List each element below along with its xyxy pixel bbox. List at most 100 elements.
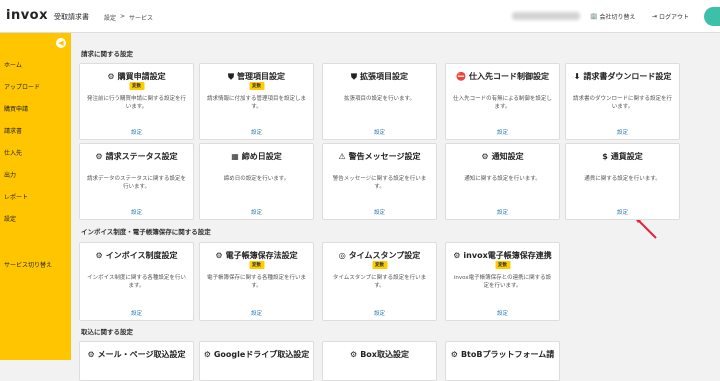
app-logo[interactable]: invox xyxy=(6,8,48,23)
settings-card: ⚙ 電子帳簿保存法設定 変数電子帳簿保存に関する各種設定を行います。設定 xyxy=(199,242,314,321)
card-title-text: 管理項目設定 xyxy=(237,72,285,81)
card-title: ⚙ インボイス制度設定 xyxy=(80,250,193,261)
sidebar-item-report[interactable]: レポート xyxy=(4,192,28,201)
card-icon: ⚙ xyxy=(95,251,103,260)
card-icon: ⚙ xyxy=(95,152,103,161)
company-switch-label: 会社切り替え xyxy=(599,14,636,21)
top-header: invox 受取請求書 設定 > サービス 🏢 会社切り替え ⇥ ログアウト xyxy=(0,0,720,33)
card-title: ⛔ 仕入先コード制御設定 xyxy=(446,71,559,82)
sidebar-item-home[interactable]: ホーム xyxy=(4,60,22,69)
card-icon: ⚙ xyxy=(87,350,95,359)
card-title: ⚙ 購買申請設定 xyxy=(80,71,193,82)
settings-card: $ 通貨設定通貨に関する設定を行います。設定 xyxy=(565,143,680,220)
card-settings-link[interactable]: 設定 xyxy=(566,208,679,216)
section-title-import: 取込に関する設定 xyxy=(81,328,133,336)
card-description: 拡張項目の設定を行います。 xyxy=(344,96,415,102)
card-title-text: インボイス制度設定 xyxy=(105,251,178,260)
sidebar-item-output[interactable]: 出力 xyxy=(4,170,16,179)
card-title-text: Googleドライブ取込設定 xyxy=(213,350,310,359)
card-description: 通知に関する設定を行います。 xyxy=(464,176,541,182)
card-description: 締め日の設定を行います。 xyxy=(223,176,290,182)
card-icon: ⚙ xyxy=(350,350,358,359)
card-description: 請求データのステータスに関する設定を行います。 xyxy=(86,176,186,190)
section-title-billing: 請求に関する設定 xyxy=(81,50,133,58)
building-icon: 🏢 xyxy=(590,13,598,20)
logout-label: ログアウト xyxy=(659,14,690,21)
card-settings-link[interactable]: 設定 xyxy=(200,128,313,136)
sidebar-item-upload[interactable]: アップロード xyxy=(4,82,40,91)
settings-card: ⬇ 請求書ダウンロード設定 請求書のダウンロードに関する設定を行います。 設定 xyxy=(565,63,680,140)
card-description: 通貨に関する設定を行います。 xyxy=(584,176,661,182)
card-title-text: Box取込設定 xyxy=(360,350,409,359)
sidebar-item-service-switch[interactable]: サービス切り替え xyxy=(4,260,52,269)
card-title-text: 仕入先コード制御設定 xyxy=(468,72,549,81)
card-title: ⛊ 管理項目設定 xyxy=(200,71,313,82)
card-title: ⬇ 請求書ダウンロード設定 xyxy=(566,71,679,82)
card-description: 警告メッセージに関する設定を行います。 xyxy=(332,176,427,190)
card-settings-link[interactable]: 設定 xyxy=(80,128,193,136)
card-title-text: BtoBプラットフォーム請 xyxy=(460,350,555,359)
card-title-text: 警告メッセージ設定 xyxy=(348,152,421,161)
logout-link[interactable]: ⇥ ログアウト xyxy=(652,12,689,21)
card-title-text: 締め日設定 xyxy=(241,152,282,161)
card-title: ⚙ BtoBプラットフォーム請 xyxy=(446,349,559,360)
card-settings-link[interactable]: 設定 xyxy=(323,208,436,216)
card-title-text: invox電子帳簿保存連携 xyxy=(463,251,552,260)
settings-card: ⚙ invox電子帳簿保存連携 変数 invox電子帳簿保存との連携に関する設定を行い… xyxy=(445,242,560,321)
card-title-text: 電子帳簿保存法設定 xyxy=(225,251,298,260)
header-action-button[interactable] xyxy=(704,7,720,26)
card-settings-link[interactable]: 設定 xyxy=(446,309,559,317)
card-title: ⚙ 電子帳簿保存法設定 xyxy=(200,250,313,261)
card-title: ◎ タイムスタンプ設定 xyxy=(323,250,436,261)
settings-card: ⚙ Googleドライブ取込設定 xyxy=(199,341,314,381)
card-title: ⛊ 拡張項目設定 xyxy=(323,71,436,82)
sidebar-item-suppliers[interactable]: 仕入先 xyxy=(4,148,22,157)
card-settings-link[interactable]: 設定 xyxy=(323,309,436,317)
card-title-text: 請求書ダウンロード設定 xyxy=(583,72,672,81)
card-description: 請求情報に付加する管理項目を設定します。 xyxy=(206,96,306,110)
settings-card: ⚙ 請求ステータス設定 請求データのステータスに関する設定を行います。 設定 xyxy=(79,143,194,220)
sidebar: ◀ ホーム アップロード 購買申請 請求書 仕入先 出力 レポート 設定 サービ… xyxy=(0,33,71,360)
card-title-text: 請求ステータス設定 xyxy=(105,152,178,161)
company-switch-link[interactable]: 🏢 会社切り替え xyxy=(590,12,636,21)
card-icon: ⬇ xyxy=(573,72,581,81)
settings-card: ⚙ メール・ページ取込設定 xyxy=(79,341,194,381)
card-settings-link[interactable]: 設定 xyxy=(80,208,193,216)
settings-card: ⚙ BtoBプラットフォーム請 xyxy=(445,341,560,381)
settings-card: ⚙ Box取込設定 xyxy=(322,341,437,381)
card-icon: ⛊ xyxy=(228,72,234,81)
breadcrumb-services: サービス xyxy=(129,15,154,22)
card-title-text: タイムスタンプ設定 xyxy=(348,251,421,260)
card-description: 電子帳簿保存に関する各種設定を行います。 xyxy=(206,275,306,289)
card-description: 請求書のダウンロードに関する設定を行います。 xyxy=(572,96,672,110)
card-title-text: 購買申請設定 xyxy=(117,72,166,81)
card-settings-link[interactable]: 設定 xyxy=(446,208,559,216)
settings-card: ⚙ 購買申請設定 変数 発注前に行う購買申請に関する設定を行います。 設定 xyxy=(79,63,194,140)
card-settings-link[interactable]: 設定 xyxy=(200,208,313,216)
sidebar-item-settings[interactable]: 設定 xyxy=(4,214,16,223)
card-settings-link[interactable]: 設定 xyxy=(200,309,313,317)
sidebar-item-purchase-request[interactable]: 購買申請 xyxy=(4,104,28,113)
settings-card: ⛊ 管理項目設定 変数請求情報に付加する管理項目を設定します。設定 xyxy=(199,63,314,140)
card-description: 発注前に行う購買申請に関する設定を行います。 xyxy=(86,96,186,110)
card-title: $ 通貨設定 xyxy=(566,151,679,162)
card-icon: ⚙ xyxy=(481,152,489,161)
sidebar-collapse-icon[interactable]: ◀ xyxy=(56,38,66,48)
card-badge: 変数 xyxy=(249,261,264,269)
breadcrumb-settings[interactable]: 設定 xyxy=(104,13,116,22)
card-settings-link[interactable]: 設定 xyxy=(446,128,559,136)
card-settings-link[interactable]: 設定 xyxy=(80,309,193,317)
card-title-text: 通知設定 xyxy=(491,152,524,161)
card-icon: ⚙ xyxy=(107,72,115,81)
settings-card: ▦ 締め日設定 締め日の設定を行います。 設定 xyxy=(199,143,314,220)
settings-card: ◎ タイムスタンプ設定 変数 タイムスタンプに関する設定を行います。 設定 xyxy=(322,242,437,321)
card-settings-link[interactable]: 設定 xyxy=(323,128,436,136)
sidebar-item-invoices[interactable]: 請求書 xyxy=(4,126,22,135)
app-logo-subtitle: 受取請求書 xyxy=(54,13,89,21)
card-settings-link[interactable]: 設定 xyxy=(566,128,679,136)
card-title: ⚙ 通知設定 xyxy=(446,151,559,162)
card-title: ⚙ 請求ステータス設定 xyxy=(80,151,193,162)
card-description: インボイス制度に関する各種設定を行います。 xyxy=(87,275,186,289)
card-badge: 変数 xyxy=(249,82,264,90)
settings-card: ⛊ 拡張項目設定拡張項目の設定を行います。設定 xyxy=(322,63,437,140)
